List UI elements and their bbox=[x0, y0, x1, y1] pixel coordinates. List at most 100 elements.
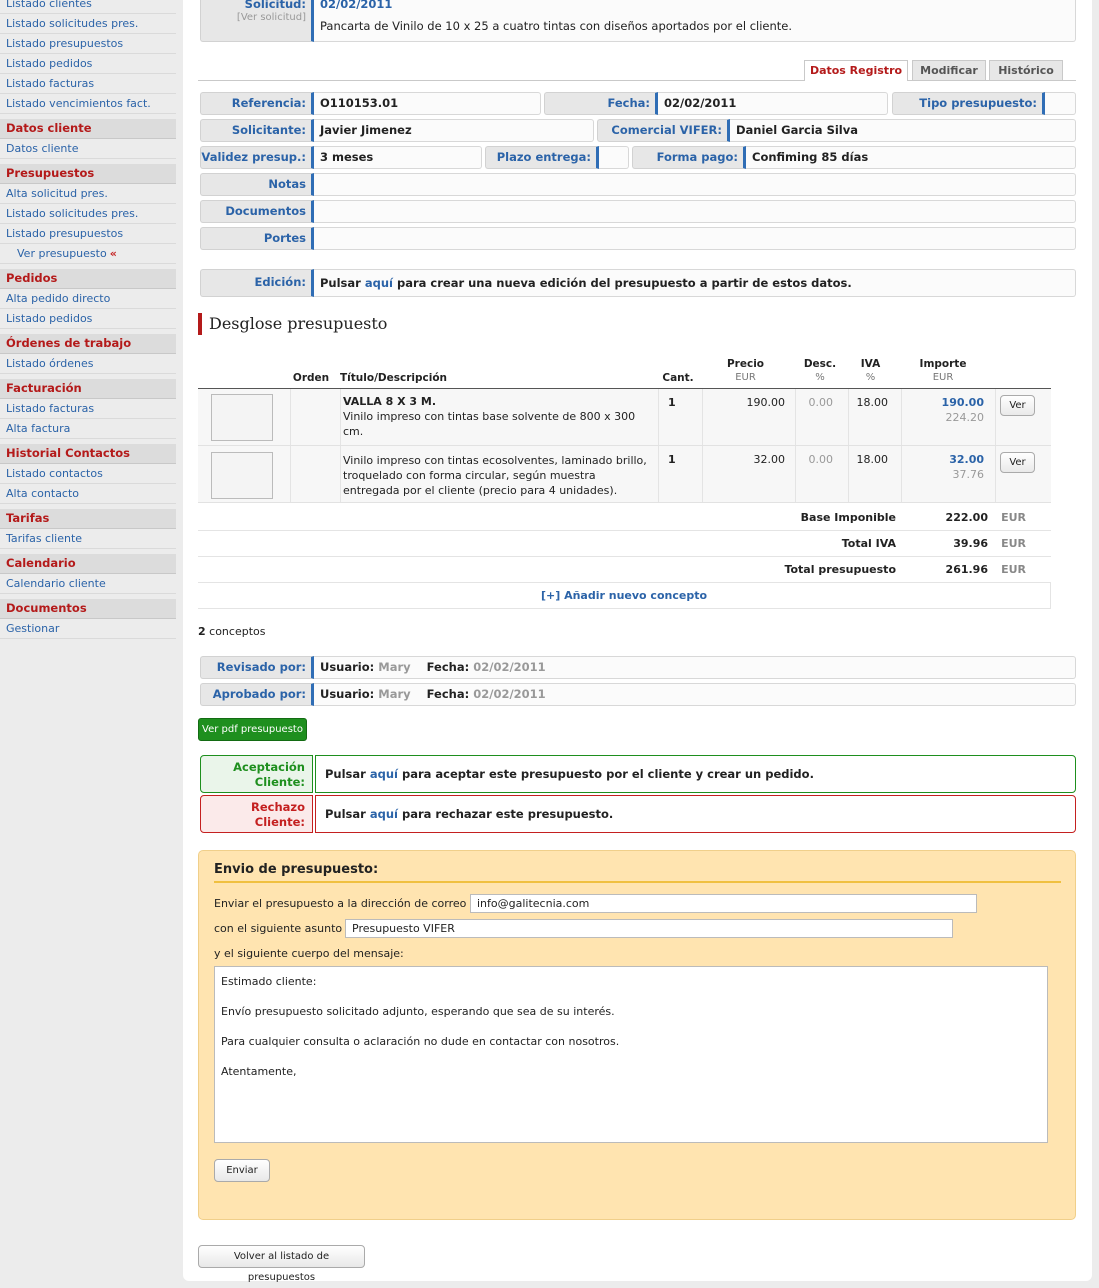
ver-item-button[interactable]: Ver bbox=[1000, 395, 1035, 416]
total-presupuesto-currency: EUR bbox=[1001, 563, 1026, 576]
concept-count: 2 conceptos bbox=[198, 625, 265, 638]
portes-row: Portes bbox=[200, 227, 1076, 250]
sidebar-item-ver-presupuesto[interactable]: Ver presupuesto « bbox=[0, 244, 176, 264]
referencia-value: O110153.01 bbox=[314, 92, 541, 115]
sidebar-heading-historial: Historial Contactos bbox=[0, 444, 176, 464]
portes-label: Portes bbox=[200, 227, 314, 250]
sidebar-item-listado-solicitudes[interactable]: Listado solicitudes pres. bbox=[0, 14, 176, 34]
cell-divider bbox=[795, 446, 796, 502]
sidebar-item-calendario-cliente[interactable]: Calendario cliente bbox=[0, 574, 176, 594]
item-descuento: 0.00 bbox=[808, 453, 834, 466]
tipo-presupuesto-value bbox=[1045, 92, 1076, 115]
sidebar-item-listado-ordenes[interactable]: Listado órdenes bbox=[0, 354, 176, 374]
cell-divider bbox=[290, 389, 291, 445]
add-concept-row: [+] Añadir nuevo concepto bbox=[198, 583, 1051, 609]
notas-value bbox=[314, 173, 1076, 196]
base-imponible-currency: EUR bbox=[1001, 511, 1026, 524]
table-row: VALLA 8 X 3 M. Vinilo impreso con tintas… bbox=[198, 389, 1051, 446]
solicitud-date[interactable]: 02/02/2011 bbox=[320, 0, 1075, 11]
sidebar-heading-tarifas: Tarifas bbox=[0, 509, 176, 529]
aprobado-row: Aprobado por: Usuario: Mary Fecha: 02/02… bbox=[200, 683, 1076, 706]
sidebar-item-tarifas-cliente[interactable]: Tarifas cliente bbox=[0, 529, 176, 549]
registro-row-2: Solicitante: Javier Jimenez Comercial VI… bbox=[200, 119, 1076, 142]
portes-value bbox=[314, 227, 1076, 250]
rechazo-link[interactable]: aquí bbox=[370, 807, 398, 821]
plazo-entrega-label: Plazo entrega: bbox=[485, 146, 599, 169]
solicitud-value-box: 02/02/2011 Pancarta de Vinilo de 10 x 25… bbox=[314, 0, 1076, 42]
edicion-row: Edición: Pulsar aquí para crear una nuev… bbox=[200, 269, 1076, 297]
rechazo-row: Rechazo Cliente: Pulsar aquí para rechaz… bbox=[200, 795, 1076, 833]
sidebar-item-listado-presupuestos[interactable]: Listado presupuestos bbox=[0, 34, 176, 54]
sidebar-item-listado-facturas[interactable]: Listado facturas bbox=[0, 74, 176, 94]
col-header-desc-unit: % bbox=[815, 372, 825, 383]
item-title: VALLA 8 X 3 M. bbox=[343, 395, 437, 408]
body-line-2: Envío presupuesto solicitado adjunto, es… bbox=[221, 1005, 615, 1018]
envio-title-rule bbox=[214, 881, 1061, 883]
referencia-label: Referencia: bbox=[200, 92, 314, 115]
documentos-row: Documentos bbox=[200, 200, 1076, 223]
sidebar-item-alta-factura[interactable]: Alta factura bbox=[0, 419, 176, 439]
add-concept-link[interactable]: [+] Añadir nuevo concepto bbox=[541, 589, 707, 602]
ver-item-button[interactable]: Ver bbox=[1000, 452, 1035, 473]
enviar-button[interactable]: Enviar bbox=[214, 1159, 270, 1182]
tab-datos-registro[interactable]: Datos Registro bbox=[804, 60, 908, 81]
fecha-label: Fecha: bbox=[544, 92, 658, 115]
sidebar-heading-calendario: Calendario bbox=[0, 554, 176, 574]
sidebar-item-listado-vencimientos[interactable]: Listado vencimientos fact. bbox=[0, 94, 176, 114]
sidebar: Listado clientes Listado solicitudes pre… bbox=[0, 0, 176, 639]
revisado-label: Revisado por: bbox=[200, 656, 314, 679]
col-header-iva: IVA% bbox=[848, 358, 893, 384]
sidebar-item-listado-pedidos-2[interactable]: Listado pedidos bbox=[0, 309, 176, 329]
aceptacion-link[interactable]: aquí bbox=[370, 767, 398, 781]
col-header-desc-label: Desc. bbox=[803, 358, 837, 370]
cell-divider bbox=[995, 389, 996, 445]
edicion-value: Pulsar aquí para crear una nueva edición… bbox=[314, 269, 1076, 297]
aceptacion-post: para aceptar este presupuesto por el cli… bbox=[397, 767, 814, 781]
subject-field[interactable]: Presupuesto VIFER bbox=[345, 919, 953, 938]
col-header-importe-label: Importe bbox=[919, 358, 967, 370]
back-to-list-button[interactable]: Volver al listado de presupuestos bbox=[198, 1245, 365, 1283]
item-importe: 190.00 bbox=[941, 396, 984, 409]
total-presupuesto-row: Total presupuesto 261.96 EUR bbox=[198, 557, 1051, 583]
item-thumbnail[interactable] bbox=[211, 452, 273, 499]
total-presupuesto-value: 261.96 bbox=[945, 563, 988, 576]
item-thumbnail[interactable] bbox=[211, 394, 273, 441]
sidebar-item-gestionar[interactable]: Gestionar bbox=[0, 619, 176, 639]
plazo-entrega-value bbox=[599, 146, 629, 169]
email-field[interactable]: info@galitecnia.com bbox=[470, 894, 977, 913]
col-header-iva-label: IVA bbox=[860, 358, 881, 370]
sidebar-item-listado-pedidos[interactable]: Listado pedidos bbox=[0, 54, 176, 74]
col-header-desc: Desc.% bbox=[795, 358, 845, 384]
edicion-label: Edición: bbox=[200, 269, 314, 297]
aprobado-user: Mary bbox=[378, 687, 411, 701]
sidebar-heading-pedidos: Pedidos bbox=[0, 269, 176, 289]
sidebar-item-listado-clientes[interactable]: Listado clientes bbox=[0, 0, 176, 14]
tab-modificar[interactable]: Modificar bbox=[912, 60, 986, 80]
ver-solicitud-link[interactable]: [Ver solicitud] bbox=[201, 11, 306, 25]
sidebar-item-datos-cliente[interactable]: Datos cliente bbox=[0, 139, 176, 159]
sidebar-item-ver-presupuesto-label: Ver presupuesto bbox=[17, 247, 107, 260]
ver-pdf-button[interactable]: Ver pdf presupuesto bbox=[198, 718, 307, 741]
col-header-precio-label: Precio bbox=[726, 358, 765, 370]
body-textarea[interactable]: Estimado cliente: Envío presupuesto soli… bbox=[214, 966, 1048, 1143]
fecha-value: 02/02/2011 bbox=[658, 92, 888, 115]
col-header-titulo: Título/Descripción bbox=[340, 372, 448, 384]
sidebar-item-alta-solicitud[interactable]: Alta solicitud pres. bbox=[0, 184, 176, 204]
sidebar-item-alta-contacto[interactable]: Alta contacto bbox=[0, 484, 176, 504]
sidebar-item-listado-solicitudes-pres[interactable]: Listado solicitudes pres. bbox=[0, 204, 176, 224]
col-header-importe: Importe EUR bbox=[913, 358, 973, 384]
sidebar-item-listado-contactos[interactable]: Listado contactos bbox=[0, 464, 176, 484]
item-iva: 18.00 bbox=[856, 396, 889, 409]
notas-label: Notas bbox=[200, 173, 314, 196]
edicion-link[interactable]: aquí bbox=[365, 276, 393, 290]
sidebar-item-listado-facturas-2[interactable]: Listado facturas bbox=[0, 399, 176, 419]
sidebar-item-listado-presupuestos-2[interactable]: Listado presupuestos bbox=[0, 224, 176, 244]
validez-label: Validez presup.: bbox=[200, 146, 314, 169]
col-header-precio: Precio EUR bbox=[718, 358, 773, 384]
sidebar-item-alta-pedido[interactable]: Alta pedido directo bbox=[0, 289, 176, 309]
tab-historico[interactable]: Histórico bbox=[989, 60, 1063, 80]
tabs-baseline bbox=[198, 80, 1076, 81]
aprobado-label: Aprobado por: bbox=[200, 683, 314, 706]
cell-divider bbox=[290, 446, 291, 502]
solicitud-label-box: Solicitud: [Ver solicitud] bbox=[200, 0, 314, 42]
